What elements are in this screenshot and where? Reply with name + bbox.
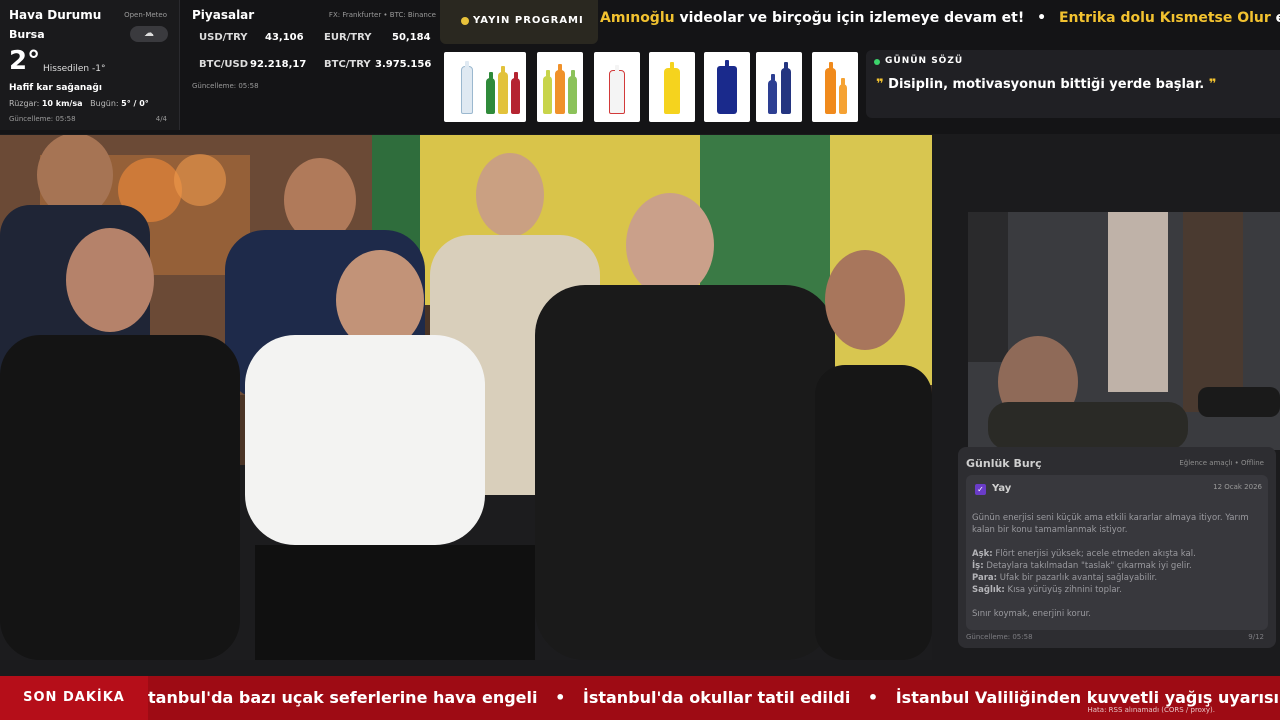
love-label: Aşk: bbox=[972, 549, 993, 559]
sponsor-products-strip bbox=[444, 52, 860, 122]
markets-widget: Piyasalar FX: Frankfurter • BTC: Binance… bbox=[183, 0, 440, 100]
ticker-text: ele bbox=[1271, 10, 1280, 26]
news-separator: • bbox=[555, 688, 566, 707]
quote-close-icon: ❞ bbox=[1208, 77, 1217, 92]
weather-page-indicator: 4/4 bbox=[155, 115, 167, 123]
news-separator: • bbox=[867, 688, 879, 707]
weather-feels-like: Hissedilen -1° bbox=[43, 64, 106, 74]
wind-value: 10 km/sa bbox=[41, 99, 83, 108]
ticker-text: videolar ve birçoğu için izlemeye devam … bbox=[674, 10, 1025, 26]
work-label: İş: bbox=[972, 561, 984, 571]
video-frame bbox=[0, 135, 932, 660]
market-item: USD/TRY 43,106 bbox=[199, 32, 304, 43]
market-label: BTC/TRY bbox=[324, 59, 371, 70]
health-label: Sağlık: bbox=[972, 585, 1005, 595]
breaking-news-label: SON DAKİKA bbox=[0, 676, 148, 720]
weather-temperature: 2° bbox=[9, 46, 41, 76]
markets-updated: Güncelleme: 05:58 bbox=[192, 82, 259, 90]
wind-label: Rüzgar: bbox=[9, 99, 40, 108]
quote-label: GÜNÜN SÖZÜ bbox=[885, 56, 964, 66]
weather-title: Hava Durumu bbox=[9, 8, 102, 22]
horoscope-intro: Günün enerjisi seni küçük ama etkili kar… bbox=[972, 513, 1249, 535]
horoscope-card: ✓ Yay 12 Ocak 2026 Günün enerjisi seni k… bbox=[966, 475, 1268, 630]
market-value: 3.975.156 bbox=[375, 59, 432, 70]
weather-widget: Hava Durumu Open-Meteo Bursa ☁ 2° Hissed… bbox=[0, 0, 180, 130]
market-item: BTC/USD 92.218,17 bbox=[199, 59, 306, 70]
product-lemon-bottle bbox=[649, 52, 695, 122]
horoscope-closing: Sınır koymak, enerjini korur. bbox=[972, 609, 1091, 619]
weather-provider: Open-Meteo bbox=[124, 11, 167, 19]
today-label: Bugün: bbox=[90, 99, 119, 108]
weather-updated: Güncelleme: 05:58 bbox=[9, 115, 76, 123]
news-item: İstanbul Valiliğinden kuvvetli yağış uya… bbox=[895, 688, 1279, 707]
horoscope-meta: Eğlence amaçlı • Offline bbox=[1179, 459, 1264, 467]
market-value: 92.218,17 bbox=[250, 59, 307, 70]
horoscope-page-indicator: 9/12 bbox=[1248, 633, 1264, 641]
horoscope-sign: Yay bbox=[992, 483, 1012, 494]
market-item: EUR/TRY 50,184 bbox=[324, 32, 431, 43]
product-orange-bottles bbox=[812, 52, 858, 122]
today-value: 5° / 0° bbox=[121, 99, 149, 108]
horoscope-updated: Güncelleme: 05:58 bbox=[966, 633, 1033, 641]
work-text: Detaylara takılmadan "taslak" çıkarmak i… bbox=[986, 561, 1192, 571]
money-label: Para: bbox=[972, 573, 998, 583]
cloud-icon: ☁ bbox=[130, 26, 168, 42]
weather-wind: Rüzgar: 10 km/sa Bugün: 5° / 0° bbox=[9, 99, 149, 108]
schedule-dot-icon bbox=[461, 17, 469, 25]
health-text: Kısa yürüyüş zihnini toplar. bbox=[1007, 585, 1122, 595]
video-player[interactable] bbox=[0, 135, 932, 660]
breaking-news-bar: SON DAKİKA tanbul'da bazı uçak seferleri… bbox=[0, 676, 1280, 720]
product-milk-bottle bbox=[594, 52, 640, 122]
schedule-label: YAYIN PROGRAMI bbox=[473, 15, 584, 26]
product-energy-can bbox=[704, 52, 750, 122]
quote-body: Disiplin, motivasyonun bittiği yerde baş… bbox=[888, 77, 1205, 92]
horoscope-date: 12 Ocak 2026 bbox=[1213, 483, 1262, 491]
quote-text: ❞ Disiplin, motivasyonun bittiği yerde b… bbox=[876, 77, 1216, 92]
markets-sources: FX: Frankfurter • BTC: Binance bbox=[328, 11, 436, 19]
love-text: Flört enerjisi yüksek; acele etmeden akı… bbox=[995, 549, 1196, 559]
horoscope-money: Para: Ufak bir pazarlık avantaj sağlayab… bbox=[972, 572, 1262, 584]
ticker-separator: • bbox=[1037, 10, 1047, 26]
product-cola-bottles bbox=[756, 52, 802, 122]
sagittarius-icon: ✓ bbox=[975, 484, 986, 495]
money-text: Ufak bir pazarlık avantaj sağlayabilir. bbox=[999, 573, 1158, 583]
top-bar: Hava Durumu Open-Meteo Bursa ☁ 2° Hissed… bbox=[0, 0, 1280, 134]
ticker-highlight: Entrika dolu Kısmetse Olur bbox=[1058, 10, 1271, 26]
top-ticker: Amınoğlu videolar ve birçoğu için izleme… bbox=[600, 10, 1280, 36]
horoscope-work: İş: Detaylara takılmadan "taslak" çıkarm… bbox=[972, 560, 1262, 572]
horoscope-widget: Günlük Burç Eğlence amaçlı • Offline ✓ Y… bbox=[958, 447, 1276, 648]
schedule-button[interactable]: YAYIN PROGRAMI bbox=[440, 0, 598, 44]
market-label: USD/TRY bbox=[199, 32, 248, 43]
weather-condition: Hafif kar sağanağı bbox=[9, 83, 102, 93]
market-item: BTC/TRY 3.975.156 bbox=[324, 59, 431, 70]
webcam-feed bbox=[968, 212, 1280, 450]
market-value: 50,184 bbox=[392, 32, 431, 43]
live-dot-icon bbox=[874, 59, 880, 65]
news-item: İstanbul'da okullar tatil edildi bbox=[582, 688, 851, 707]
product-soda-bottles bbox=[480, 52, 526, 122]
market-value: 43,106 bbox=[265, 32, 304, 43]
quote-widget: GÜNÜN SÖZÜ ❞ Disiplin, motivasyonun bitt… bbox=[866, 50, 1280, 118]
news-error-message: Hata: RSS alınamadı (CORS / proxy). bbox=[1087, 706, 1216, 714]
markets-title: Piyasalar bbox=[192, 8, 255, 22]
ticker-highlight: Amınoğlu bbox=[600, 10, 675, 26]
product-juice-bottles bbox=[537, 52, 583, 122]
horoscope-body: Günün enerjisi seni küçük ama etkili kar… bbox=[972, 512, 1262, 620]
horoscope-health: Sağlık: Kısa yürüyüş zihnini toplar. bbox=[972, 584, 1262, 596]
weather-city: Bursa bbox=[9, 28, 45, 41]
quote-open-icon: ❞ bbox=[876, 77, 884, 92]
market-label: EUR/TRY bbox=[324, 32, 372, 43]
market-label: BTC/USD bbox=[199, 59, 249, 70]
horoscope-love: Aşk: Flört enerjisi yüksek; acele etmede… bbox=[972, 548, 1262, 560]
news-item: tanbul'da bazı uçak seferlerine hava eng… bbox=[148, 688, 538, 707]
horoscope-title: Günlük Burç bbox=[966, 457, 1042, 470]
webcam-frame bbox=[968, 212, 1280, 450]
